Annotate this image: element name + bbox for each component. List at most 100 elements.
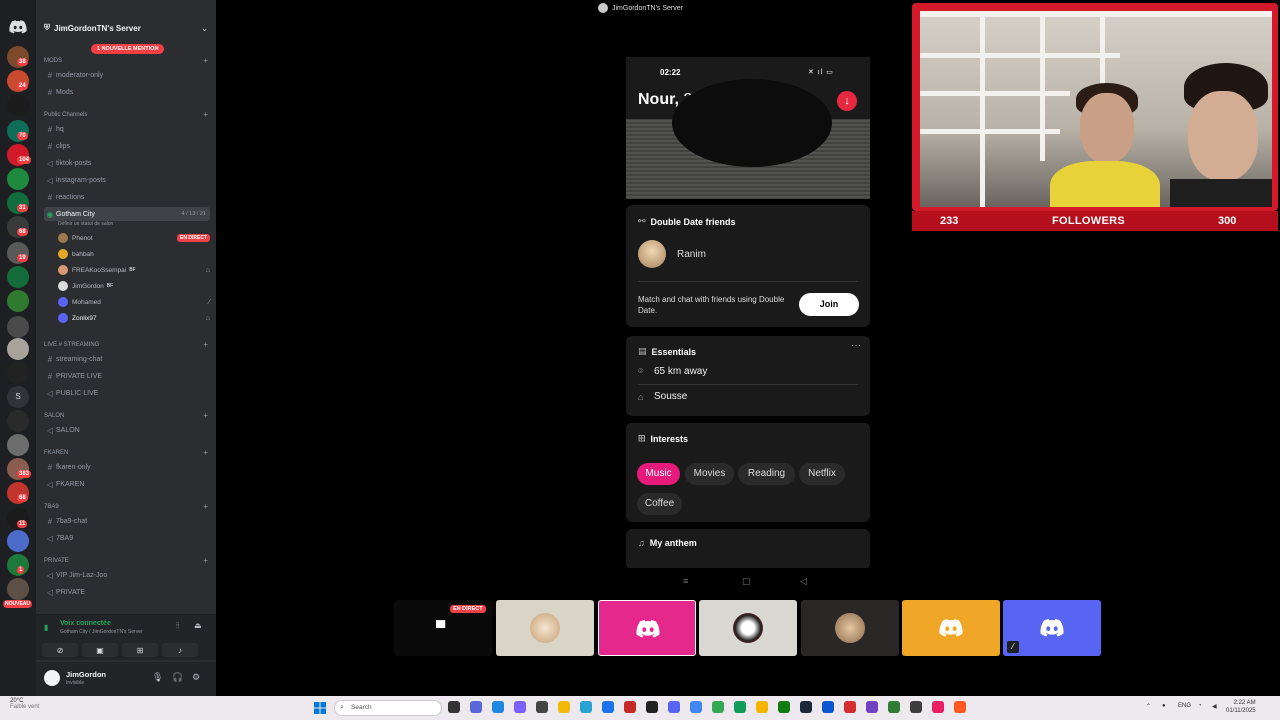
app-icon[interactable] — [536, 701, 548, 713]
participant-tile[interactable]: ⁄ — [1003, 600, 1101, 656]
server-icon[interactable] — [7, 410, 29, 432]
channel-private-live[interactable]: # PRIVATE LIVE — [44, 369, 210, 383]
more-icon[interactable]: ··· — [851, 340, 861, 351]
channel-hq[interactable]: # hq — [44, 122, 210, 136]
voice-channel-vip[interactable]: ◁ VIP Jim-Laz-Joo — [44, 568, 210, 582]
server-icon[interactable] — [7, 578, 29, 600]
participant-tile[interactable] — [801, 600, 899, 656]
back-icon[interactable]: ◁ — [800, 576, 807, 587]
tray-chevron-icon[interactable]: ⌃ — [1146, 703, 1151, 710]
weather-widget[interactable]: 20°C Faible vent — [10, 698, 39, 710]
add-channel-icon[interactable]: + — [203, 449, 208, 457]
app-icon[interactable] — [954, 701, 966, 713]
edge-icon[interactable] — [734, 701, 746, 713]
participant-tile[interactable] — [699, 600, 797, 656]
channel-mods[interactable]: # Mods — [44, 85, 210, 99]
voice-user[interactable]: Phenot EN DIRECT — [58, 231, 210, 245]
channel-streaming-chat[interactable]: # streaming-chat — [44, 352, 210, 366]
category-live-streaming[interactable]: LIVE # STREAMING + — [44, 341, 208, 349]
join-button[interactable]: Join — [799, 293, 859, 316]
volume-icon[interactable]: ◀ — [1212, 703, 1217, 710]
app-icon[interactable] — [624, 701, 636, 713]
voice-user[interactable]: bahbah — [58, 247, 210, 261]
category-7ba9[interactable]: 7BA9 + — [44, 503, 208, 511]
server-icon[interactable] — [7, 94, 29, 116]
voice-user[interactable]: Mohamed ⁄ — [58, 295, 210, 309]
discord-taskbar-icon[interactable] — [668, 701, 680, 713]
xbox-icon[interactable] — [778, 701, 790, 713]
app-icon[interactable] — [822, 701, 834, 713]
app-icon[interactable] — [712, 701, 724, 713]
task-view-icon[interactable] — [448, 701, 460, 713]
add-channel-icon[interactable]: + — [203, 503, 208, 511]
friend-avatar[interactable] — [638, 240, 666, 268]
category-fkaren[interactable]: FKAREN + — [44, 449, 208, 457]
file-explorer-icon[interactable] — [558, 701, 570, 713]
steam-icon[interactable] — [800, 701, 812, 713]
add-channel-icon[interactable]: + — [203, 341, 208, 349]
disconnect-icon[interactable]: ⏏ — [194, 621, 202, 630]
chevron-down-icon[interactable]: ⌄ — [201, 24, 208, 33]
add-channel-icon[interactable]: + — [203, 111, 208, 119]
channel-moderator-only[interactable]: # moderator-only — [44, 68, 210, 82]
avatar[interactable] — [44, 670, 60, 686]
server-icon[interactable]: S — [7, 386, 29, 408]
server-icon[interactable] — [7, 434, 29, 456]
channel-7ba9-chat[interactable]: #7ba9-chat — [44, 514, 210, 528]
voice-user[interactable]: FREAKooSsempai BF ⌂ — [58, 263, 210, 277]
channel-instagram-posts[interactable]: ◁ instagram-posts — [44, 173, 210, 187]
category-salon[interactable]: SALON + — [44, 412, 208, 420]
voice-channel-7ba9[interactable]: ◁ 7BA9 — [44, 531, 210, 545]
app-icon[interactable] — [888, 701, 900, 713]
server-icon[interactable] — [7, 168, 29, 190]
participant-tile-stream[interactable]: EN DIRECT ▀ — [394, 600, 492, 656]
add-channel-icon[interactable]: + — [203, 557, 208, 565]
voice-connected-channel[interactable]: Gotham City / JimGordonTN's Server — [60, 629, 143, 635]
app-icon[interactable] — [514, 701, 526, 713]
voice-user[interactable]: Zonlix97 ⌂ — [58, 311, 210, 325]
channel-status-hint[interactable]: Définir un statut de salon — [58, 221, 113, 227]
interest-chip[interactable]: Coffee — [637, 493, 682, 515]
microphone-icon[interactable]: 🎙 — [152, 672, 163, 683]
home-nav-icon[interactable]: ▢ — [742, 576, 751, 587]
server-icon[interactable] — [7, 338, 29, 360]
channel-reactions[interactable]: # reactions — [44, 190, 210, 204]
camera-off-button[interactable]: ⊘ — [42, 643, 78, 657]
participant-tile[interactable] — [496, 600, 594, 656]
signal-icon[interactable]: ▮ — [44, 623, 54, 633]
app-icon[interactable] — [756, 701, 768, 713]
interest-chip[interactable]: Movies — [685, 463, 734, 485]
chrome-icon[interactable] — [690, 701, 702, 713]
interest-chip[interactable]: Music — [637, 463, 680, 485]
app-icon[interactable] — [932, 701, 944, 713]
app-icon[interactable] — [602, 701, 614, 713]
interest-chip[interactable]: Reading — [738, 463, 795, 485]
new-mention-pill[interactable]: 1 NOUVELLE MENTION — [91, 44, 165, 54]
wifi-icon[interactable]: ◔ — [1198, 703, 1202, 709]
channel-public-live[interactable]: ◁ PUBLIC LIVE — [44, 386, 210, 400]
voice-user[interactable]: JimGordon BF — [58, 279, 210, 293]
menu-icon[interactable]: ≡ — [683, 576, 688, 586]
interest-chip[interactable]: Netflix — [799, 463, 845, 485]
category-public-channels[interactable]: Public Channels + — [44, 111, 208, 119]
app-icon[interactable] — [844, 701, 856, 713]
participant-tile[interactable] — [902, 600, 1000, 656]
server-icon[interactable] — [7, 362, 29, 384]
tray-app-icon[interactable]: ● — [1162, 703, 1166, 709]
app-icon[interactable] — [646, 701, 658, 713]
channel-tiktok-posts[interactable]: ◁ tiktok-posts — [44, 156, 210, 170]
channel-clips[interactable]: # clips — [44, 139, 210, 153]
taskbar-clock[interactable]: 2:22 AM 01/11/2025 — [1226, 699, 1256, 715]
language-indicator[interactable]: ENG — [1178, 703, 1191, 709]
discord-home-icon[interactable] — [9, 20, 27, 34]
obs-icon[interactable] — [910, 701, 922, 713]
participant-tile[interactable] — [598, 600, 696, 656]
voice-channel-gotham-city[interactable]: ◉ Gotham City 4 / 13 / 21 — [44, 207, 210, 221]
noise-suppression-icon[interactable]: ⦙⦙ — [176, 621, 180, 631]
add-channel-icon[interactable]: + — [203, 57, 208, 65]
voice-channel-salon[interactable]: ◁ SALON — [44, 423, 210, 437]
windows-start-icon[interactable] — [314, 702, 326, 714]
app-icon[interactable] — [580, 701, 592, 713]
activities-button[interactable]: ⊞ — [122, 643, 158, 657]
app-icon[interactable] — [492, 701, 504, 713]
